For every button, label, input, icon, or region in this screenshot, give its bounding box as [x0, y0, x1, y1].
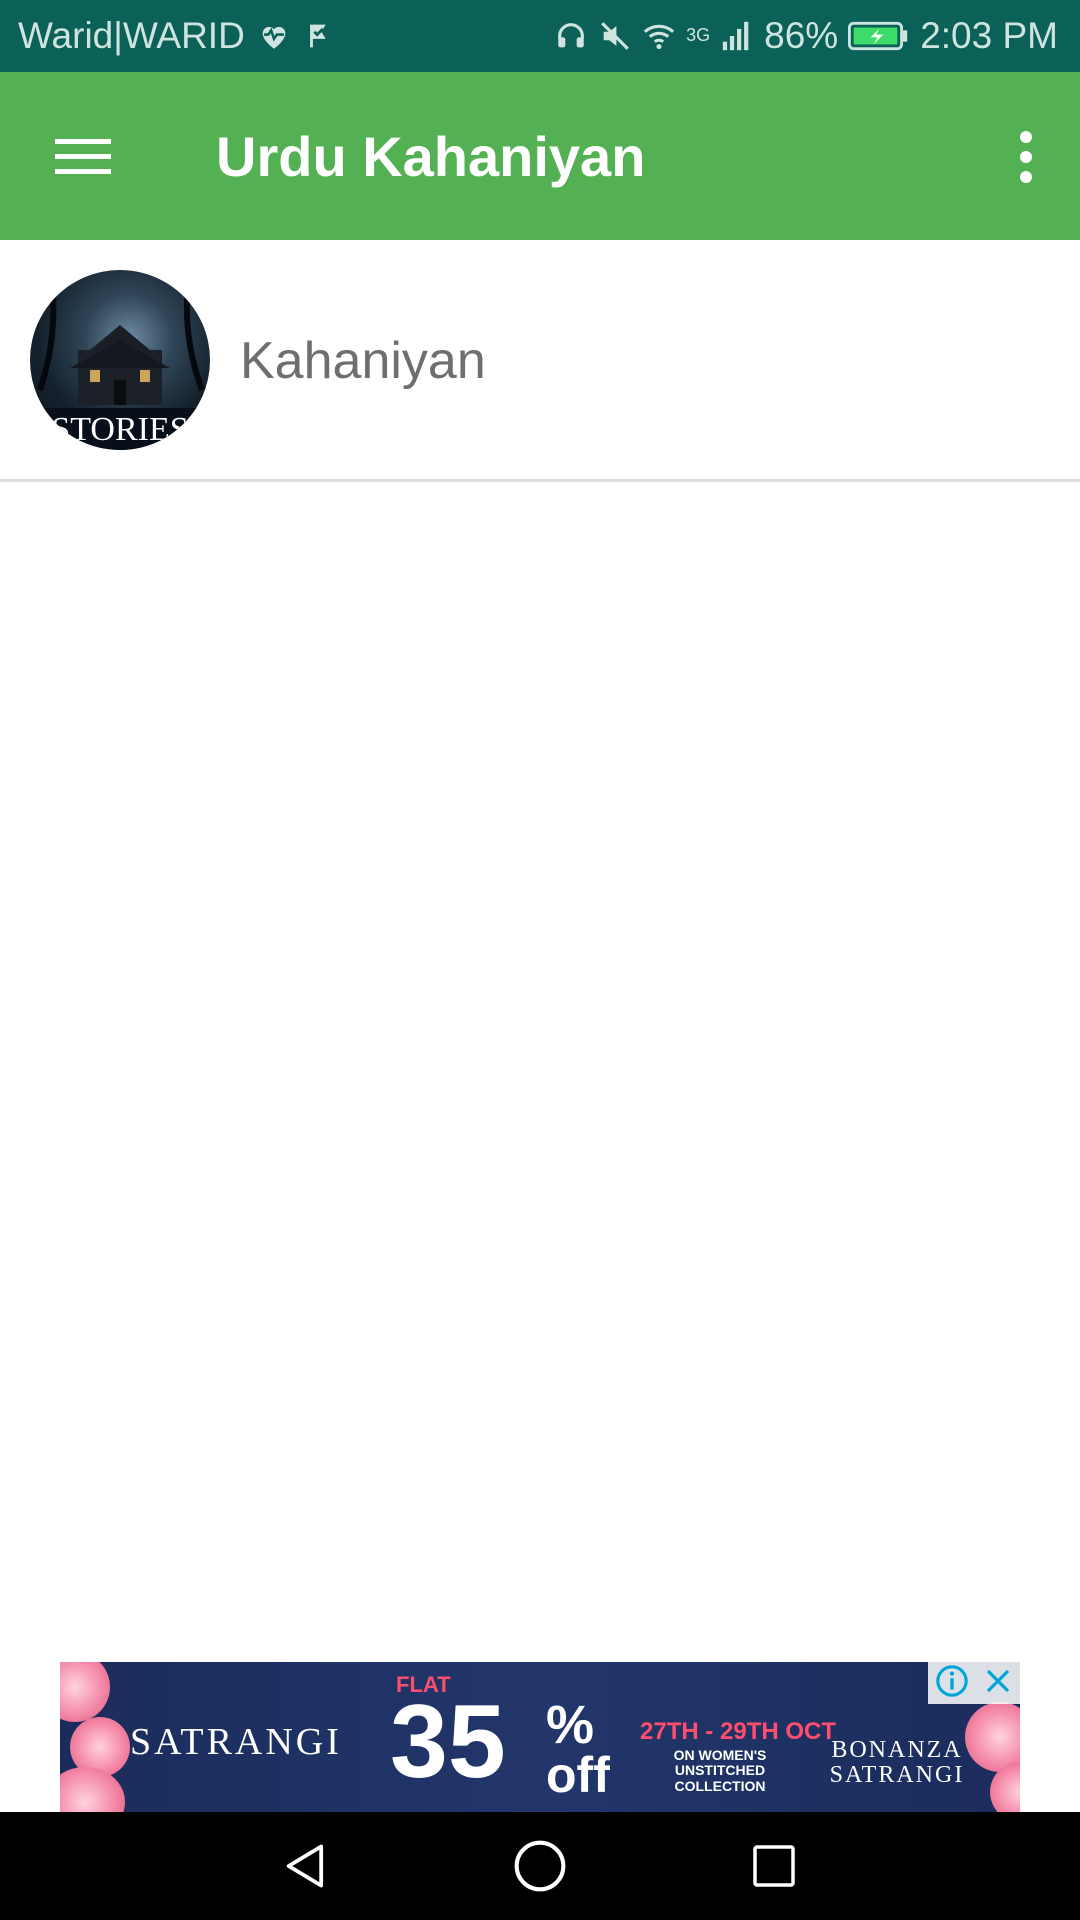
ad-campaign: BONANZA SATRANGI: [829, 1737, 965, 1789]
ad-subtitle: ON WOMEN'S UNSTITCHED COLLECTION: [673, 1747, 767, 1794]
ad-brand: SATRANGI: [130, 1721, 342, 1763]
check-flag-icon: [303, 19, 337, 53]
avatar: STORIES: [30, 270, 210, 450]
list-item-label: Kahaniyan: [240, 332, 486, 390]
battery-charging-icon: [848, 19, 910, 53]
list-item[interactable]: STORIES Kahaniyan: [0, 240, 1080, 482]
clock-time: 2:03 PM: [920, 15, 1058, 56]
ad-controls: [928, 1662, 1020, 1704]
flower-decoration: [60, 1662, 110, 1722]
mute-icon: [598, 19, 632, 53]
signal-icon: [720, 19, 754, 53]
status-right: 3G 86% 2:03 PM: [554, 15, 1058, 57]
flower-decoration: [965, 1702, 1020, 1772]
info-icon[interactable]: [935, 1664, 969, 1703]
close-icon[interactable]: [983, 1666, 1013, 1701]
wifi-icon: [642, 19, 676, 53]
ad-dates: 27TH - 29TH OCT: [640, 1718, 837, 1745]
back-icon[interactable]: [274, 1834, 338, 1898]
network-type: 3G: [686, 25, 711, 45]
status-left: Warid|WARID: [18, 15, 337, 57]
system-nav-bar: [0, 1812, 1080, 1920]
heart-pulse-icon: [257, 19, 291, 53]
carrier-text: Warid|WARID: [18, 15, 245, 56]
app-title: Urdu Kahaniyan: [216, 124, 646, 188]
app-bar: Urdu Kahaniyan: [0, 72, 1080, 240]
ad-discount: 35: [390, 1684, 506, 1800]
ad-percent: %: [546, 1695, 595, 1755]
battery-percent: 86%: [764, 15, 839, 56]
avatar-text: STORIES: [51, 411, 188, 448]
ad-off: off: [546, 1747, 610, 1803]
hamburger-menu-icon[interactable]: [38, 118, 128, 196]
headphones-icon: [554, 19, 588, 53]
ad-banner[interactable]: SATRANGI FLAT 35 % off 27TH - 29TH OCT O…: [60, 1662, 1020, 1812]
status-bar: Warid|WARID 3G 86% 2:03 PM: [0, 0, 1080, 72]
recents-icon[interactable]: [742, 1834, 806, 1898]
flower-decoration: [60, 1767, 125, 1812]
more-vert-icon[interactable]: [990, 118, 1062, 196]
home-icon[interactable]: [508, 1834, 572, 1898]
